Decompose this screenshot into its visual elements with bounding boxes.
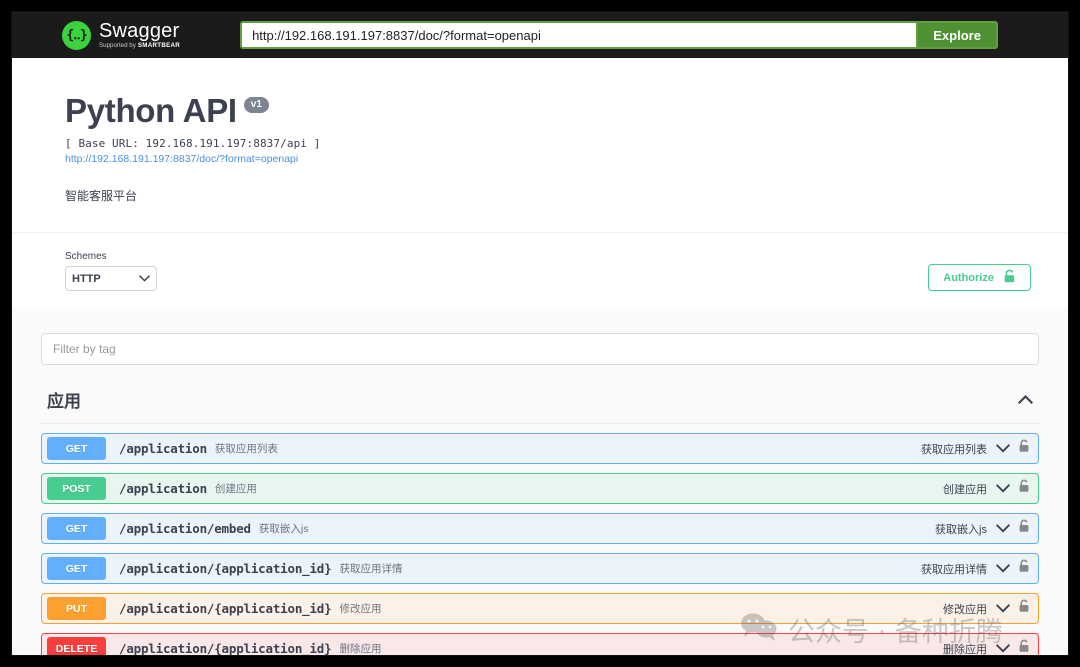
operation-inline-summary: 删除应用 — [339, 643, 382, 655]
chevron-down-svg — [995, 643, 1011, 653]
operation-row[interactable]: POST/application 创建应用 创建应用 — [41, 473, 1039, 504]
unlock-svg — [1019, 479, 1029, 492]
unlock-svg — [1019, 519, 1029, 532]
page-title: Python API — [65, 92, 237, 129]
unlock-svg — [1019, 639, 1029, 652]
chevron-down-svg — [995, 443, 1011, 453]
logo-title: Swagger — [99, 19, 180, 42]
operations-list: GET/application 获取应用列表 获取应用列表 POST/applicat… — [41, 433, 1039, 655]
spec-url-form: Explore — [240, 21, 999, 49]
operation-path: /application/embed — [119, 521, 251, 536]
tag-header-应用[interactable]: 应用 — [41, 387, 1039, 424]
chevron-down-svg — [995, 523, 1011, 533]
operation-summary: 获取应用列表 — [921, 443, 987, 456]
scheme-selected-value: HTTP — [72, 272, 101, 285]
unlock-icon[interactable] — [1019, 559, 1030, 578]
operation-path: /application/{application_id} — [119, 641, 332, 655]
operation-summary: 删除应用 — [943, 643, 987, 656]
operation-summary: 修改应用 — [943, 603, 987, 616]
unlock-icon[interactable] — [1019, 639, 1030, 655]
unlock-icon[interactable] — [1019, 439, 1030, 458]
chevron-down-svg — [995, 603, 1011, 613]
tag-name: 应用 — [47, 392, 81, 411]
base-url: [ Base URL: 192.168.191.197:8837/api ] — [65, 137, 321, 150]
spec-doc-link[interactable]: http://192.168.191.197:8837/doc/?format=… — [65, 153, 1068, 165]
spec-url-input[interactable] — [240, 21, 917, 49]
chevron-down-svg — [138, 274, 151, 282]
operation-inline-summary: 获取应用列表 — [214, 443, 278, 455]
unlock-icon[interactable] — [1019, 479, 1030, 498]
operation-row[interactable]: GET/application 获取应用列表 获取应用列表 — [41, 433, 1039, 464]
chevron-down-icon[interactable] — [995, 562, 1011, 576]
operation-method-badge: GET — [47, 517, 106, 540]
chevron-down-icon[interactable] — [995, 602, 1011, 616]
operation-inline-summary: 创建应用 — [214, 483, 257, 495]
operation-row[interactable]: DELETE/application/{application_id} 删除应用 删… — [41, 633, 1039, 655]
swagger-ui-window: {․․} Swagger Supported by SMARTBEAR Expl… — [12, 12, 1068, 655]
filter-input[interactable] — [41, 333, 1039, 365]
logo-subtitle: Supported by SMARTBEAR — [99, 41, 181, 49]
authorize-button[interactable]: Authorize — [928, 264, 1031, 291]
api-title-row: Python API v1 — [65, 92, 1068, 130]
operation-path: /application/{application_id} — [119, 561, 332, 576]
operation-method-badge: PUT — [47, 597, 106, 620]
operation-path: /application — [119, 481, 207, 496]
operation-summary: 获取应用详情 — [921, 563, 987, 576]
topbar: {․․} Swagger Supported by SMARTBEAR Expl… — [12, 12, 1068, 58]
schemes-group: Schemes HTTP — [65, 251, 157, 291]
api-body: 应用 GET/application 获取应用列表 获取应用列表 POST/appli… — [12, 309, 1068, 655]
chevron-down-icon[interactable] — [995, 442, 1011, 456]
unlock-icon[interactable] — [1019, 519, 1030, 538]
logo-smartbear: SMARTBEAR — [137, 41, 181, 49]
operation-summary: 创建应用 — [943, 483, 987, 496]
scheme-select[interactable]: HTTP — [65, 266, 157, 291]
unlock-icon — [1004, 269, 1016, 286]
schemes-bar: Schemes HTTP Authorize — [12, 232, 1068, 309]
unlock-svg — [1019, 439, 1029, 452]
operation-method-badge: GET — [47, 437, 106, 460]
swagger-braces-icon: {․․} — [62, 20, 91, 50]
chevron-down-icon — [138, 274, 151, 284]
api-description: 智能客服平台 — [65, 189, 138, 203]
unlock-svg — [1019, 599, 1029, 612]
chevron-down-icon[interactable] — [995, 522, 1011, 536]
operation-method-badge: DELETE — [47, 637, 106, 655]
operation-row[interactable]: GET/application/{application_id} 获取应用详情 获取… — [41, 553, 1039, 584]
operation-path: /application — [119, 441, 207, 456]
unlock-icon[interactable] — [1019, 599, 1030, 618]
version-badge: v1 — [243, 97, 269, 113]
chevron-up-icon[interactable] — [1018, 392, 1033, 407]
unlock-svg — [1004, 269, 1015, 283]
operation-method-badge: GET — [47, 557, 106, 580]
operation-row[interactable]: GET/application/embed 获取嵌入js 获取嵌入js — [41, 513, 1039, 544]
chevron-down-icon[interactable] — [995, 482, 1011, 496]
operation-path: /application/{application_id} — [119, 601, 332, 616]
logo-supported-by: Supported by — [99, 41, 136, 49]
chevron-down-svg — [995, 483, 1011, 493]
operation-method-badge: POST — [47, 477, 106, 500]
chevron-down-icon[interactable] — [995, 642, 1011, 656]
unlock-svg — [1019, 559, 1029, 572]
schemes-label: Schemes — [65, 251, 107, 262]
operation-summary: 获取嵌入js — [935, 523, 987, 536]
chevron-up-svg — [1018, 395, 1033, 404]
api-info: Python API v1 [ Base URL: 192.168.191.19… — [12, 58, 1068, 232]
operation-row[interactable]: PUT/application/{application_id} 修改应用 修改应用 — [41, 593, 1039, 624]
swagger-logo[interactable]: {․․} Swagger Supported by SMARTBEAR — [62, 19, 181, 50]
operation-inline-summary: 获取嵌入js — [258, 523, 309, 535]
operation-inline-summary: 修改应用 — [339, 603, 382, 615]
explore-button[interactable]: Explore — [916, 21, 999, 49]
chevron-down-svg — [995, 563, 1011, 573]
authorize-label: Authorize — [943, 271, 994, 284]
operation-inline-summary: 获取应用详情 — [339, 563, 403, 575]
